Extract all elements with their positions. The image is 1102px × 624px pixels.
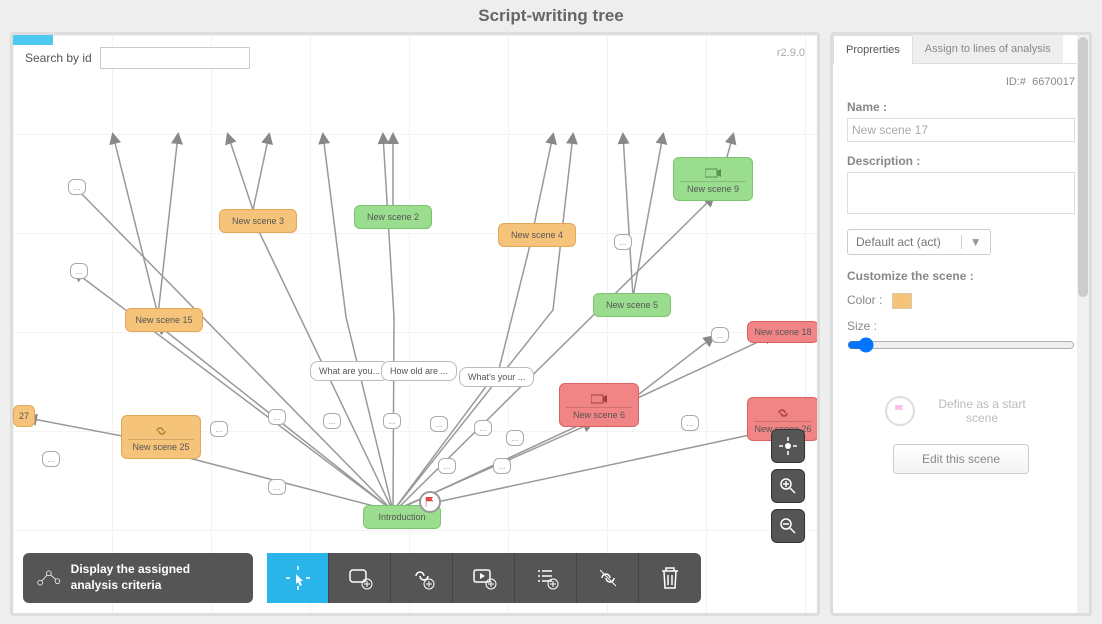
connector-dot[interactable]: ... (438, 458, 456, 474)
tab-properties[interactable]: Proprerties (833, 35, 913, 64)
description-label: Description : (847, 154, 1075, 168)
center-button[interactable] (771, 429, 805, 463)
size-label: Size : (847, 319, 877, 333)
properties-panel: Proprerties Assign to lines of analysis … (830, 32, 1092, 616)
id-label: ID:# (1006, 76, 1026, 88)
tool-select[interactable] (267, 553, 329, 603)
tool-add-node[interactable] (329, 553, 391, 603)
connector-dot[interactable]: ... (614, 234, 632, 250)
act-select[interactable]: Default act (act)▼ (847, 229, 991, 255)
connector-dot[interactable]: ... (474, 420, 492, 436)
color-label: Color : (847, 293, 882, 307)
node-scene-27[interactable]: 27 (13, 405, 35, 427)
start-flag-icon[interactable] (419, 491, 441, 513)
tool-delete[interactable] (639, 553, 701, 603)
node-scene-6[interactable]: New scene 6 (559, 383, 639, 427)
node-scene-4[interactable]: New scene 4 (498, 223, 576, 247)
search-input[interactable] (100, 47, 250, 69)
canvas[interactable]: Search by id r2.9.0 (10, 32, 820, 616)
name-input[interactable] (847, 118, 1075, 142)
film-icon (705, 167, 721, 179)
connector-dot[interactable]: ... (70, 263, 88, 279)
size-slider[interactable] (847, 337, 1075, 353)
tool-add-list[interactable] (515, 553, 577, 603)
criteria-icon (37, 566, 61, 590)
name-label: Name : (847, 100, 1075, 114)
node-scene-25[interactable]: New scene 25 (121, 415, 201, 459)
id-value: 6670017 (1032, 76, 1075, 88)
start-scene-button[interactable]: Define as a start scene (927, 397, 1037, 425)
version-label: r2.9.0 (777, 47, 805, 59)
description-input[interactable] (847, 172, 1075, 214)
connector-dot[interactable]: ... (681, 415, 699, 431)
scrollbar-track[interactable] (1077, 35, 1089, 613)
dialogue-bubble[interactable]: What are you... (310, 361, 389, 381)
connector-dot[interactable]: ... (493, 458, 511, 474)
toolbar (267, 553, 701, 603)
connector-dot[interactable]: ... (210, 421, 228, 437)
node-scene-2[interactable]: New scene 2 (354, 205, 432, 229)
tool-add-media[interactable] (453, 553, 515, 603)
connector-dot[interactable]: ... (711, 327, 729, 343)
connector-dot[interactable]: ... (68, 179, 86, 195)
node-scene-5[interactable]: New scene 5 (593, 293, 671, 317)
zoom-out-button[interactable] (771, 509, 805, 543)
link-icon (776, 407, 790, 419)
display-criteria-button[interactable]: Display the assigned analysis criteria (23, 553, 253, 603)
dialogue-bubble[interactable]: What's your ... (459, 367, 534, 387)
page-title: Script-writing tree (0, 0, 1102, 32)
tool-unlink[interactable] (577, 553, 639, 603)
connector-dot[interactable]: ... (268, 479, 286, 495)
color-swatch[interactable] (892, 293, 912, 309)
connector-dot[interactable]: ... (268, 409, 286, 425)
connector-dot[interactable]: ... (42, 451, 60, 467)
film-icon (591, 393, 607, 405)
node-scene-18[interactable]: New scene 18 (747, 321, 819, 343)
tool-add-link[interactable] (391, 553, 453, 603)
connector-dot[interactable]: ... (383, 413, 401, 429)
node-scene-15[interactable]: New scene 15 (125, 308, 203, 332)
node-scene-9[interactable]: New scene 9 (673, 157, 753, 201)
corner-indicator (13, 35, 53, 45)
search-label: Search by id (25, 51, 92, 65)
chevron-down-icon: ▼ (961, 235, 982, 249)
customize-label: Customize the scene : (847, 269, 1075, 283)
node-scene-3[interactable]: New scene 3 (219, 209, 297, 233)
connector-dot[interactable]: ... (506, 430, 524, 446)
connector-dot[interactable]: ... (430, 416, 448, 432)
dialogue-bubble[interactable]: How old are ... (381, 361, 457, 381)
zoom-in-button[interactable] (771, 469, 805, 503)
tab-assign[interactable]: Assign to lines of analysis (913, 35, 1063, 63)
scrollbar-thumb[interactable] (1078, 37, 1088, 297)
edit-scene-button[interactable]: Edit this scene (893, 444, 1029, 474)
link-icon (154, 425, 168, 437)
connector-dot[interactable]: ... (323, 413, 341, 429)
flag-icon (885, 396, 915, 426)
